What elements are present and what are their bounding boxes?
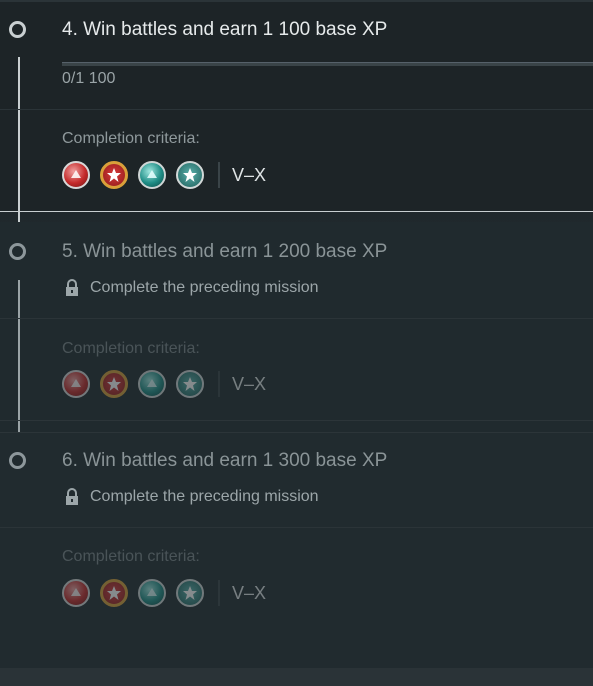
tier-separator <box>218 580 220 606</box>
lock-row: Complete the preceding mission <box>62 279 319 297</box>
lock-icon <box>66 279 78 296</box>
destroyer-class-icon[interactable] <box>62 370 90 398</box>
tier-range: V–X <box>232 164 267 185</box>
mission-status-circle-icon <box>9 21 26 38</box>
divider <box>0 420 593 421</box>
active-mission-separator <box>0 211 593 212</box>
tier-range: V–X <box>232 582 267 603</box>
mission-connector-line <box>18 57 20 225</box>
destroyer-class-icon[interactable] <box>62 161 90 189</box>
tier-separator <box>218 162 220 188</box>
divider <box>0 109 593 110</box>
cruiser-class-icon[interactable] <box>138 161 166 189</box>
criteria-label: Completion criteria: <box>62 340 200 357</box>
criteria-row: V–X <box>62 161 266 189</box>
aircraft-carrier-class-icon[interactable] <box>176 370 204 398</box>
battleship-class-icon[interactable] <box>100 370 128 398</box>
tier-range: V–X <box>232 373 267 394</box>
mission-title: 4. Win battles and earn 1 100 base XP <box>62 19 388 40</box>
cruiser-class-icon[interactable] <box>138 579 166 607</box>
lock-text: Complete the preceding mission <box>90 488 319 505</box>
battleship-class-icon[interactable] <box>100 579 128 607</box>
bottom-strip <box>0 668 593 686</box>
criteria-label: Completion criteria: <box>62 548 200 565</box>
progress-text: 0/1 100 <box>62 70 116 87</box>
criteria-label: Completion criteria: <box>62 130 200 147</box>
lock-icon <box>66 488 78 505</box>
mission-status-circle-icon <box>9 452 26 469</box>
tier-separator <box>218 371 220 397</box>
battleship-class-icon[interactable] <box>100 161 128 189</box>
divider <box>0 527 593 528</box>
destroyer-class-icon[interactable] <box>62 579 90 607</box>
criteria-row: V–X <box>62 370 266 398</box>
mission-status-circle-icon <box>9 243 26 260</box>
aircraft-carrier-class-icon[interactable] <box>176 161 204 189</box>
lock-text: Complete the preceding mission <box>90 279 319 296</box>
top-border <box>0 0 593 2</box>
divider <box>0 318 593 319</box>
mission-connector-line <box>18 280 20 433</box>
divider <box>0 432 593 433</box>
mission-title: 6. Win battles and earn 1 300 base XP <box>62 450 388 471</box>
mission-title: 5. Win battles and earn 1 200 base XP <box>62 241 388 262</box>
criteria-row: V–X <box>62 579 266 607</box>
aircraft-carrier-class-icon[interactable] <box>176 579 204 607</box>
cruiser-class-icon[interactable] <box>138 370 166 398</box>
progress-bar <box>62 62 593 66</box>
lock-row: Complete the preceding mission <box>62 488 319 506</box>
